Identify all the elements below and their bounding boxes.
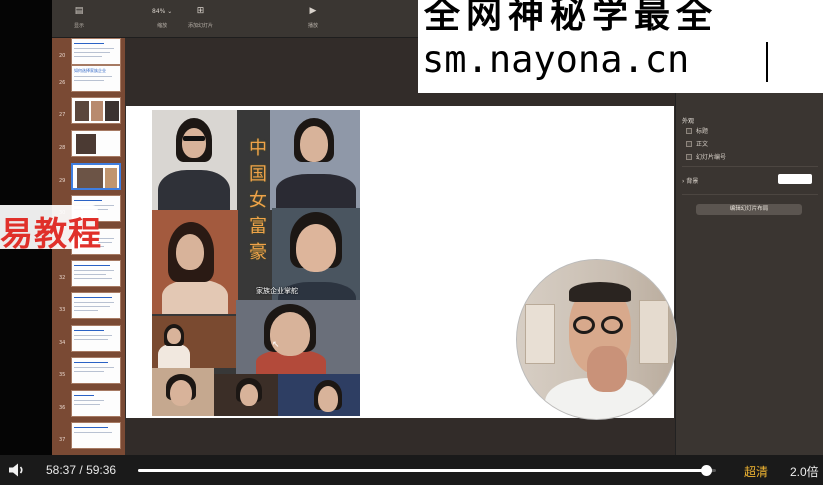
inspector-section-title: 外观 xyxy=(682,118,695,125)
progress-fill xyxy=(138,469,707,472)
portrait-photo xyxy=(236,300,360,374)
portrait-photo xyxy=(270,110,360,210)
slide-thumbnail[interactable]: 36 xyxy=(55,390,121,417)
chevron-right-icon: › xyxy=(682,178,685,185)
slide-thumbnail[interactable]: 37 xyxy=(55,422,121,449)
toolbar-view-button[interactable]: ▤ 显示 xyxy=(74,6,84,29)
total-time: 59:36 xyxy=(86,463,117,477)
side-watermark: 易教程 xyxy=(0,205,101,253)
slide-thumbnail[interactable]: 32 xyxy=(55,260,121,287)
watermark-line-1: 全网神秘学最全 xyxy=(424,0,719,36)
slide-vertical-title: 中 国 女 富 豪 xyxy=(249,138,267,263)
volume-icon[interactable] xyxy=(8,463,26,477)
speed-selector[interactable]: 2.0倍 xyxy=(790,463,819,480)
background-color-well[interactable] xyxy=(778,174,812,184)
play-icon: ▶ xyxy=(309,6,317,16)
portrait-photo xyxy=(152,110,237,215)
divider xyxy=(682,194,818,195)
text-caret xyxy=(766,42,768,82)
slide-caption: 家族企业掌舵 xyxy=(256,287,298,295)
slide-thumbnail[interactable]: 20 xyxy=(55,38,121,65)
chevron-down-icon: ⌄ xyxy=(167,8,173,15)
portrait-photo xyxy=(214,374,278,416)
progress-bar[interactable] xyxy=(138,465,716,476)
add-slide-icon: ⊞ xyxy=(196,6,205,16)
checkbox-icon xyxy=(686,153,692,160)
bookshelf xyxy=(639,300,669,364)
bookshelf xyxy=(525,304,555,364)
edit-slide-layout-button[interactable]: 编辑幻灯片布局 xyxy=(696,204,802,215)
watermark-url: sm.nayona.cn xyxy=(422,38,690,81)
portrait-photo xyxy=(152,210,238,314)
option-title-checkbox[interactable]: 标题 xyxy=(686,126,708,135)
glasses-icon xyxy=(573,316,595,334)
photo-collage[interactable]: 中 国 女 富 豪 家族企业掌舵 ↖ xyxy=(152,110,360,416)
portrait-photo xyxy=(278,374,360,416)
presenter-hand xyxy=(587,346,627,392)
portrait-photo xyxy=(152,316,236,368)
presenter-hair xyxy=(569,282,631,302)
slide-thumbnail-selected[interactable]: 29 xyxy=(55,163,121,190)
slide-thumbnail[interactable]: 34 xyxy=(55,325,121,352)
toolbar-play-button[interactable]: ▶ 播放 xyxy=(308,6,318,29)
option-slide-number-checkbox[interactable]: 幻灯片编号 xyxy=(686,152,726,161)
slide-thumbnail[interactable]: 33 xyxy=(55,292,121,319)
slide-thumbnail[interactable]: 26 如何选择家族企业 xyxy=(55,65,121,92)
quality-selector[interactable]: 超清 xyxy=(744,463,768,480)
playback-time: 58:37 / 59:36 xyxy=(46,463,117,477)
slide-thumbnail[interactable]: 35 xyxy=(55,357,121,384)
option-body-checkbox[interactable]: 正文 xyxy=(686,139,708,148)
toolbar-zoom-button[interactable]: 84% ⌄ 缩放 xyxy=(152,6,172,29)
zoom-value: 84% xyxy=(152,8,166,15)
toolbar-add-slide-button[interactable]: ⊞ 添加幻灯片 xyxy=(188,6,213,29)
slide-thumbnail[interactable]: 27 xyxy=(55,97,121,124)
checkbox-icon xyxy=(686,127,692,134)
format-inspector: 外观 标题 正文 幻灯片编号 › 背景 编辑幻灯片布局 xyxy=(675,38,823,455)
current-time: 58:37 xyxy=(46,463,77,477)
presenter-video-bubble xyxy=(516,259,677,420)
progress-handle[interactable] xyxy=(701,465,713,476)
divider xyxy=(682,166,818,167)
mouse-pointer-icon: ↖ xyxy=(272,340,280,350)
slide-thumbnail[interactable]: 28 xyxy=(55,130,121,157)
checkbox-icon xyxy=(686,140,692,147)
video-player-controls: 58:37 / 59:36 超清 2.0倍 xyxy=(0,455,823,485)
view-icon: ▤ xyxy=(74,6,84,16)
watermark-banner: 全网神秘学最全 sm.nayona.cn xyxy=(418,0,823,93)
portrait-photo xyxy=(152,368,214,416)
background-label: › 背景 xyxy=(682,178,699,185)
